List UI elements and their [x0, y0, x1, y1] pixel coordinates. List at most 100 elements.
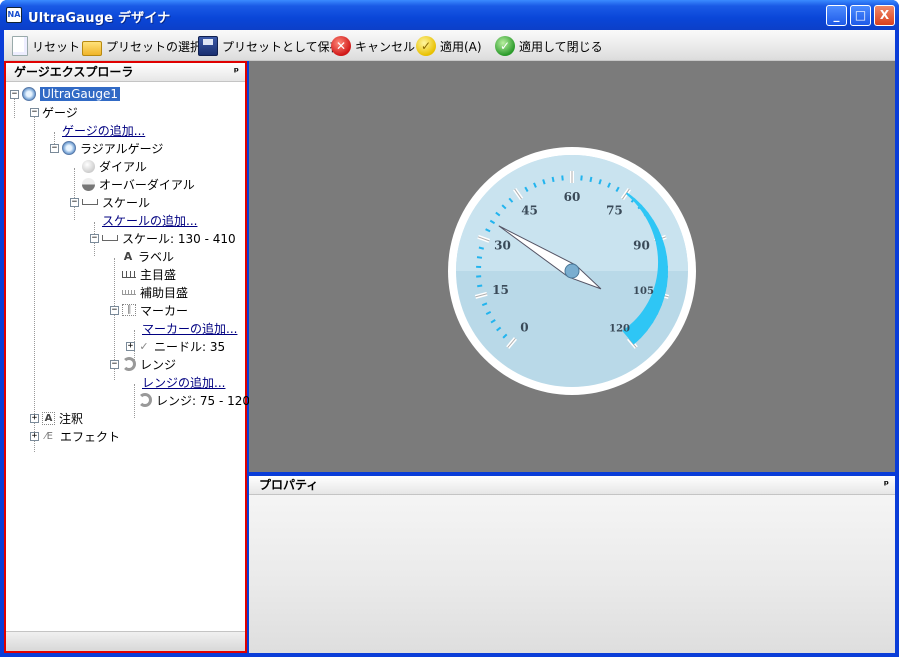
minor-tick	[561, 175, 564, 181]
tree-node-effects[interactable]: + ⁄E エフェクト	[30, 427, 120, 445]
tree-node-major-ticks[interactable]: 主目盛	[122, 265, 176, 283]
tree-node-label: ゲージ	[42, 105, 78, 120]
reset-label: リセット	[32, 39, 81, 54]
minimize-button[interactable]: _	[826, 5, 847, 26]
tree-node-label: ゲージの追加...	[62, 123, 146, 138]
tree-node-label: スケール: 130 - 410	[122, 231, 236, 246]
scale-label: 90	[633, 239, 650, 253]
tree-connector	[34, 114, 35, 452]
apply-close-check-icon: ✓	[495, 36, 515, 56]
tree-node-label: マーカーの追加...	[142, 321, 238, 336]
designer-window: NA UltraGauge デザイナ _ □ X リセット プリセットの選択 プ…	[0, 0, 899, 657]
cancel-button[interactable]: ✕ キャンセル	[331, 34, 415, 58]
tree-node-label: 主目盛	[140, 267, 177, 282]
gauge-explorer-title: ゲージエクスプローラ	[14, 65, 134, 79]
tree-node-label: スケールの追加...	[102, 213, 198, 228]
title-bar[interactable]: NA UltraGauge デザイナ _ □ X	[0, 0, 899, 30]
app-icon: NA	[6, 7, 22, 23]
scale-label: 105	[633, 286, 654, 297]
tree-node-label: マーカー	[140, 303, 189, 318]
collapse-toggle[interactable]: −	[90, 233, 99, 243]
tree-node-label: レンジ: 75 - 120	[156, 393, 250, 408]
minor-tick-icon	[122, 289, 136, 295]
save-disk-icon	[198, 36, 218, 56]
collapse-toggle[interactable]: −	[50, 143, 59, 153]
reset-button[interactable]: リセット	[12, 34, 80, 58]
collapse-toggle[interactable]: −	[110, 359, 119, 369]
collapse-toggle[interactable]: −	[70, 197, 79, 207]
pin-icon[interactable]: ᵖ	[234, 63, 239, 81]
select-preset-label: プリセットの選択	[106, 39, 203, 54]
gauge-preview-area[interactable]: 0 15 30 45 60 75 90 105 120	[249, 61, 895, 472]
window-title: UltraGauge デザイナ	[28, 11, 171, 26]
minor-tick	[476, 256, 483, 259]
gauge-icon	[22, 87, 36, 101]
tree-node-label: レンジの追加...	[142, 375, 226, 390]
tree-node-labels[interactable]: A ラベル	[122, 247, 174, 265]
gauge-explorer-header: ゲージエクスプローラ ᵖ	[6, 63, 245, 82]
maximize-button[interactable]: □	[850, 5, 871, 26]
tree-node-ranges[interactable]: − レンジ	[110, 355, 176, 373]
tree-node-markers[interactable]: − ∥ マーカー	[110, 301, 188, 319]
effect-icon: ⁄E	[45, 430, 53, 442]
annotation-icon: A	[42, 411, 55, 425]
range-icon	[138, 393, 152, 407]
apply-label: 適用(A)	[440, 39, 482, 54]
open-folder-icon	[82, 40, 102, 56]
add-gauge-link[interactable]: ゲージの追加...	[62, 121, 145, 139]
minor-tick	[551, 176, 555, 183]
tree-node-needle[interactable]: + ✓ ニードル: 35	[126, 337, 225, 355]
add-marker-link[interactable]: マーカーの追加...	[142, 319, 237, 337]
minor-tick	[478, 246, 485, 250]
minor-tick	[589, 176, 593, 183]
apply-button[interactable]: ✓ 適用(A)	[416, 34, 482, 58]
tree-node-range-item[interactable]: レンジ: 75 - 120	[138, 391, 250, 409]
scale-label: 30	[494, 239, 511, 253]
range-icon	[122, 357, 136, 371]
expand-toggle[interactable]: +	[30, 431, 39, 441]
tree-node-label: ニードル: 35	[154, 339, 226, 354]
gauge-needle-cap	[564, 263, 580, 279]
scale-label: 75	[606, 203, 623, 217]
properties-title: プロパティ	[259, 478, 319, 492]
collapse-toggle[interactable]: −	[110, 305, 119, 315]
radial-gauge-preview[interactable]: 0 15 30 45 60 75 90 105 120	[447, 146, 697, 396]
tree-node-overdial[interactable]: オーバーダイアル	[82, 175, 195, 193]
tree-node-radial-gauge[interactable]: − ラジアルゲージ	[50, 139, 163, 157]
tree-node-scales[interactable]: − スケール	[70, 193, 150, 211]
tree-node-dial[interactable]: ダイアル	[82, 157, 147, 175]
collapse-toggle[interactable]: −	[30, 107, 39, 117]
tree-node-label: レンジ	[140, 357, 177, 372]
tree-node-annotations[interactable]: + A 注釈	[30, 409, 83, 427]
cancel-label: キャンセル	[355, 39, 416, 54]
new-document-icon	[12, 36, 28, 56]
scale-label: 60	[564, 190, 581, 204]
cancel-x-icon: ✕	[331, 36, 351, 56]
select-preset-button[interactable]: プリセットの選択	[82, 34, 202, 58]
tree-node-label: 補助目盛	[140, 285, 189, 300]
gauge-explorer-panel: ゲージエクスプローラ ᵖ − UltraGauge1 − ゲージ ゲージの追加.…	[4, 61, 250, 653]
apply-close-button[interactable]: ✓ 適用して閉じる	[495, 34, 603, 58]
add-scale-link[interactable]: スケールの追加...	[102, 211, 197, 229]
dial-icon	[82, 159, 95, 173]
minor-tick	[477, 284, 483, 288]
tree-node-label: スケール	[102, 195, 151, 210]
scale-label: 120	[609, 324, 630, 335]
properties-panel: プロパティ ᵖ	[249, 476, 895, 653]
tree-node-label: ラジアルゲージ	[80, 141, 164, 156]
add-range-link[interactable]: レンジの追加...	[142, 373, 225, 391]
collapse-toggle[interactable]: −	[10, 89, 19, 99]
pin-icon[interactable]: ᵖ	[884, 476, 889, 494]
tree-node-minor-ticks[interactable]: 補助目盛	[122, 283, 188, 301]
tree-node-ultragauge1[interactable]: − UltraGauge1	[10, 85, 121, 103]
tree-node-gauges[interactable]: − ゲージ	[30, 103, 78, 121]
overdial-icon	[82, 177, 95, 191]
close-button[interactable]: X	[874, 5, 895, 26]
save-preset-button[interactable]: プリセットとして保存	[198, 34, 342, 58]
expand-toggle[interactable]: +	[126, 341, 135, 351]
tree-node-scale-item[interactable]: − スケール: 130 - 410	[90, 229, 236, 247]
expand-toggle[interactable]: +	[30, 413, 39, 423]
toolbar: リセット プリセットの選択 プリセットとして保存 ✕ キャンセル ✓ 適用(A)…	[4, 30, 895, 61]
label-a-icon: A	[123, 249, 133, 263]
apply-check-icon: ✓	[416, 36, 436, 56]
